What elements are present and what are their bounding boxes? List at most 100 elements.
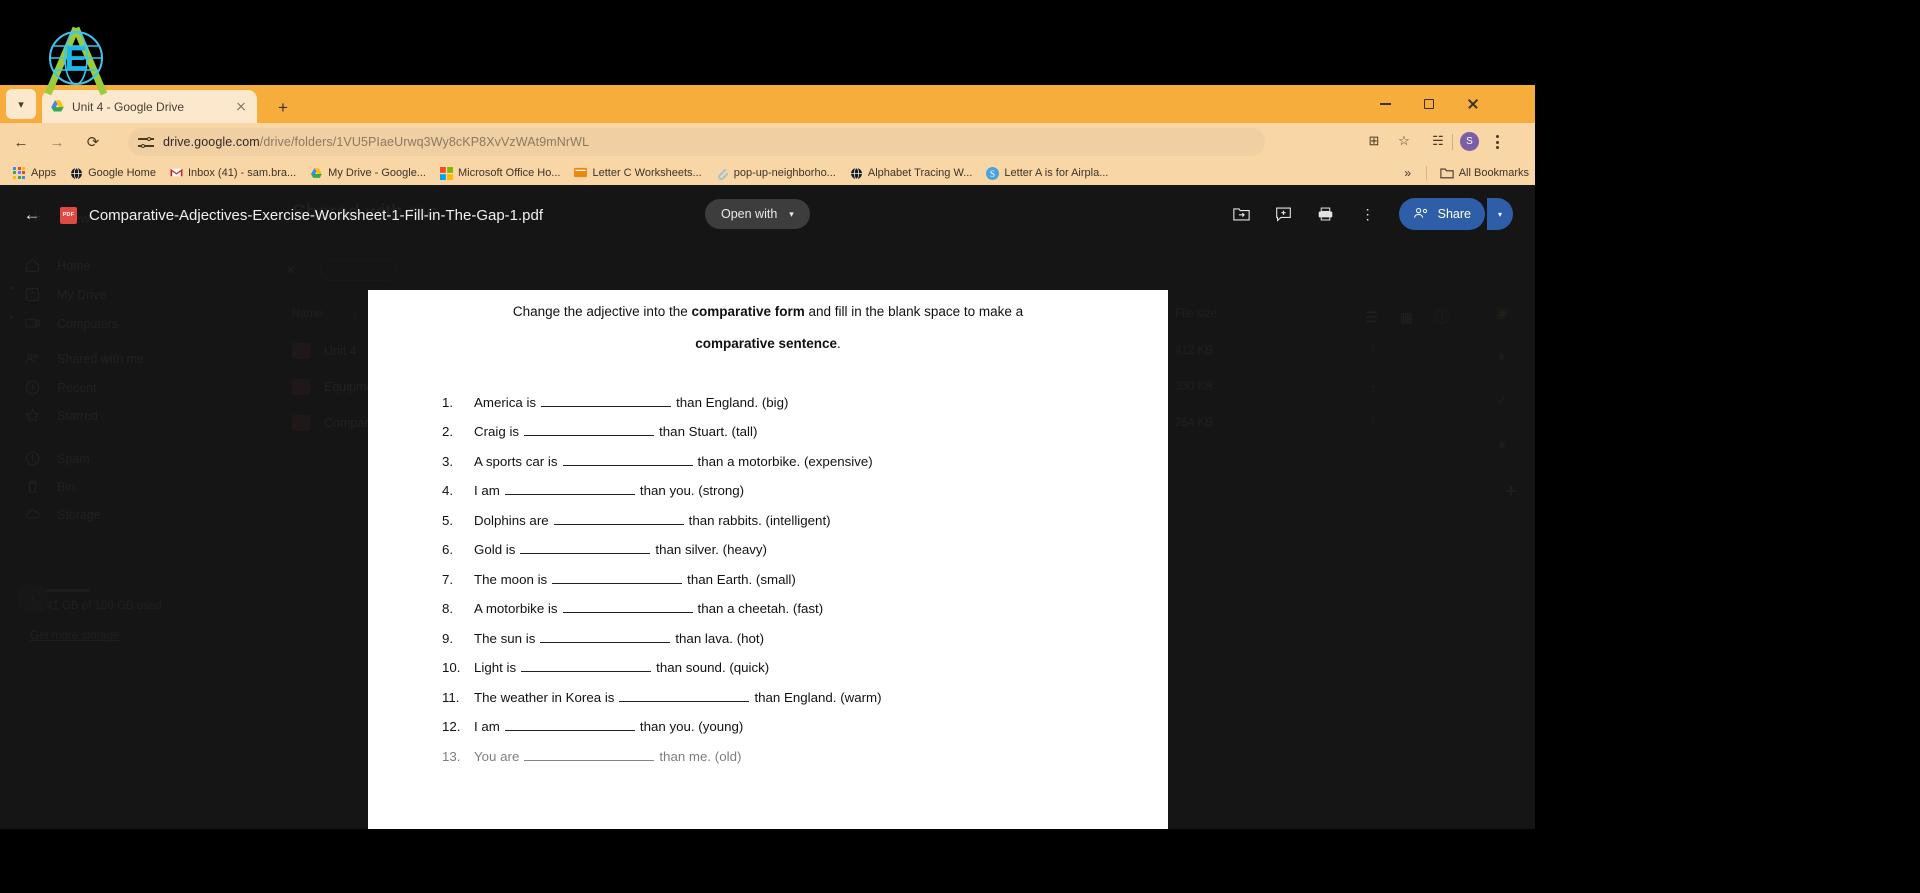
all-bookmarks-label: All Bookmarks — [1458, 167, 1529, 179]
bookmark-label: Microsoft Office Ho... — [457, 167, 561, 179]
desktop-background-bottom — [0, 829, 1535, 893]
bookmark-item[interactable]: My Drive - Google... — [303, 165, 433, 182]
pdf-file-name: Comparative-Adjectives-Exercise-Workshee… — [89, 206, 544, 224]
bookmarks-overflow-button[interactable]: » — [1404, 166, 1411, 180]
bookmark-item[interactable]: Google Home — [63, 165, 163, 182]
bookmark-item[interactable]: Microsoft Office Ho... — [433, 165, 568, 182]
bookmark-item[interactable]: Inbox (41) - sam.bra... — [163, 165, 303, 182]
pdf-preview-overlay: ← PDF Comparative-Adjectives-Exercise-Wo… — [0, 185, 1535, 829]
back-button[interactable]: ← — [6, 127, 36, 157]
list-item: 12. I am than you. (young) — [442, 719, 1168, 734]
instruction-line-1: Change the adjective into the comparativ… — [368, 296, 1168, 328]
question-number: 10. — [442, 660, 461, 676]
list-item: 9. The sun is than lava. (hot) — [442, 631, 1168, 646]
url-host: drive.google.com — [163, 135, 260, 149]
question-number: 1. — [442, 394, 454, 410]
window-close-button[interactable] — [1453, 93, 1493, 115]
window-maximize-button[interactable] — [1409, 93, 1449, 115]
instruction-line-2: comparative sentence. — [368, 328, 1168, 360]
back-button[interactable]: ← — [18, 201, 46, 229]
answer-blank[interactable] — [562, 454, 693, 466]
list-item: 13. You are than me. (old) — [442, 749, 1168, 764]
question-text-before: I am — [474, 483, 500, 499]
answer-blank[interactable] — [552, 572, 683, 584]
omnibox-actions: ⊞ ☆ — [1361, 128, 1417, 154]
instruction-text: and fill in the blank space to make a — [804, 304, 1024, 319]
question-text-after: than a cheetah. (fast) — [697, 601, 824, 617]
bookmark-item[interactable]: Letter C Worksheets... — [567, 165, 708, 182]
bookmark-label: Letter C Worksheets... — [592, 167, 702, 179]
microsoft-icon — [439, 166, 453, 180]
people-icon — [1413, 206, 1429, 223]
list-item: 10. Light is than sound. (quick) — [442, 660, 1168, 675]
bookmark-item[interactable]: S Letter A is for Airpla... — [979, 165, 1115, 182]
zoom-participant-filmstrip: 국제언어체험센터 YGLEC — [1535, 0, 1920, 893]
add-to-drive-icon[interactable] — [1225, 197, 1259, 231]
window-minimize-button[interactable] — [1365, 93, 1405, 115]
question-text-after: than Stuart. (tall) — [659, 424, 758, 440]
address-bar[interactable]: drive.google.com/drive/folders/1VU5PIaeU… — [128, 128, 1265, 156]
question-number: 6. — [442, 542, 454, 558]
tab-strip: ▾ Unit 4 - Google Drive + — [0, 85, 1535, 123]
answer-blank[interactable] — [504, 483, 635, 496]
instruction-text: . — [837, 336, 841, 352]
bookmark-label: Letter A is for Airpla... — [1004, 167, 1109, 179]
bookmark-label: My Drive - Google... — [328, 167, 426, 179]
answer-blank[interactable] — [562, 601, 693, 614]
question-text-before: You are — [474, 748, 520, 764]
bookmark-label: Inbox (41) - sam.bra... — [187, 167, 297, 179]
answer-blank[interactable] — [521, 660, 652, 673]
answer-blank[interactable] — [504, 719, 635, 732]
star-icon[interactable]: ☆ — [1391, 128, 1417, 154]
all-bookmarks-button[interactable]: All Bookmarks — [1440, 167, 1529, 180]
bookmark-item[interactable]: pop-up-neighborho... — [709, 165, 843, 182]
install-icon[interactable]: ⊞ — [1361, 128, 1387, 154]
avatar[interactable]: S — [1460, 132, 1479, 151]
question-number: 8. — [442, 601, 454, 617]
reload-button[interactable]: ⟳ — [78, 127, 108, 157]
site-settings-icon[interactable] — [138, 134, 154, 150]
skype-s-icon: S — [986, 166, 1000, 180]
tab-search-button[interactable]: ▾ — [6, 89, 36, 119]
answer-blank[interactable] — [540, 631, 671, 643]
question-text-after: than lava. (hot) — [675, 630, 765, 646]
list-item: 1. America is than England. (big) — [442, 395, 1168, 410]
print-icon[interactable] — [1309, 197, 1343, 231]
bookmark-apps[interactable]: Apps — [6, 165, 63, 182]
question-text-before: Light is — [474, 660, 517, 676]
share-dropdown-button[interactable]: ▾ — [1487, 198, 1513, 230]
new-tab-button[interactable]: + — [272, 96, 294, 118]
question-list: 1. America is than England. (big) 2. Cra… — [442, 395, 1168, 764]
add-comment-icon[interactable] — [1267, 197, 1301, 231]
open-with-button[interactable]: Open with ▾ — [705, 199, 810, 229]
answer-blank[interactable] — [524, 424, 655, 437]
answer-blank[interactable] — [524, 749, 655, 761]
question-text-before: The weather in Korea is — [474, 689, 615, 705]
puzzle-icon[interactable]: ☵ — [1425, 128, 1451, 154]
pdf-action-buttons: ⋮ Share ▾ — [1225, 197, 1513, 231]
screen-root: ▾ Unit 4 - Google Drive + ← → ⟳ drive.go… — [0, 0, 1920, 893]
question-text-after: than silver. (heavy) — [655, 542, 767, 558]
share-button[interactable]: Share — [1398, 198, 1485, 230]
answer-blank[interactable] — [541, 395, 672, 407]
forward-button[interactable]: → — [42, 127, 72, 157]
question-number: 2. — [442, 424, 454, 440]
google-drive-icon — [50, 99, 65, 114]
question-number: 11. — [442, 689, 460, 705]
bookmark-item[interactable]: Alphabet Tracing W... — [843, 165, 980, 182]
question-number: 13. — [442, 748, 461, 764]
answer-blank[interactable] — [553, 513, 684, 525]
more-options-icon[interactable]: ⋮ — [1351, 197, 1385, 231]
question-number: 12. — [442, 719, 461, 735]
question-text-before: The sun is — [474, 630, 536, 646]
organization-logo: E — [36, 24, 108, 96]
folder-icon — [1440, 167, 1454, 180]
answer-blank[interactable] — [520, 542, 651, 555]
kebab-menu-icon[interactable] — [1487, 131, 1507, 153]
pdf-page: Change the adjective into the comparativ… — [368, 290, 1168, 829]
close-icon[interactable] — [233, 99, 249, 115]
question-text-after: than England. (big) — [676, 394, 789, 410]
answer-blank[interactable] — [619, 690, 750, 702]
globe-icon — [850, 167, 863, 180]
instruction-bold: comparative sentence — [695, 336, 838, 352]
